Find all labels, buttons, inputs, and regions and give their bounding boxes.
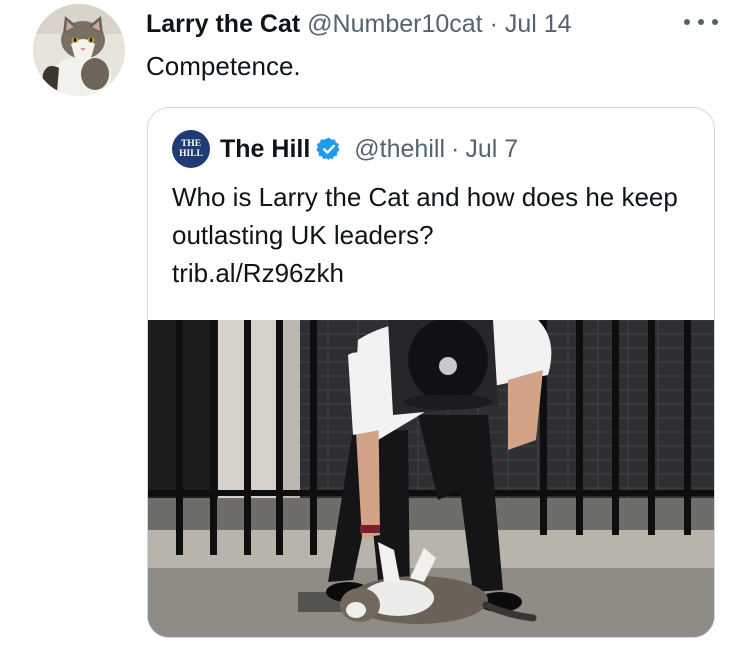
author-name[interactable]: Larry the Cat xyxy=(146,10,300,38)
quoted-tweet-card[interactable]: THE HILL The Hill @thehill · Jul 7 Who i… xyxy=(147,107,715,638)
the-hill-avatar[interactable]: THE HILL xyxy=(172,130,210,168)
tweet-header: Larry the Cat @Number10cat · Jul 14 xyxy=(146,7,572,41)
quoted-author-name[interactable]: The Hill xyxy=(220,132,310,166)
more-dot xyxy=(712,19,718,25)
verified-badge-icon xyxy=(316,137,340,161)
quoted-tweet-photo[interactable] xyxy=(148,320,714,637)
tweet-text: Competence. xyxy=(146,51,301,81)
quoted-meta-separator: · xyxy=(451,135,460,163)
tweet-date[interactable]: Jul 14 xyxy=(505,10,572,38)
avatar-text-line: HILL xyxy=(179,149,203,159)
quoted-tweet-header: THE HILL The Hill @thehill · Jul 7 xyxy=(172,130,518,168)
meta-separator: · xyxy=(489,10,498,38)
author-handle[interactable]: @Number10cat xyxy=(307,10,482,38)
quoted-tweet-text: Who is Larry the Cat and how does he kee… xyxy=(172,182,678,250)
cat-avatar-icon xyxy=(33,4,125,96)
police-officer-petting-cat-photo xyxy=(148,320,714,637)
more-dot xyxy=(684,19,690,25)
author-avatar[interactable] xyxy=(33,4,125,96)
more-dot xyxy=(698,19,704,25)
quoted-tweet-link[interactable]: trib.al/Rz96zkh xyxy=(172,255,344,291)
quoted-author-handle[interactable]: @thehill xyxy=(354,132,445,166)
quoted-tweet-date[interactable]: Jul 7 xyxy=(465,132,518,166)
avatar-text-line: THE xyxy=(180,139,202,149)
more-options-icon[interactable] xyxy=(684,12,718,32)
